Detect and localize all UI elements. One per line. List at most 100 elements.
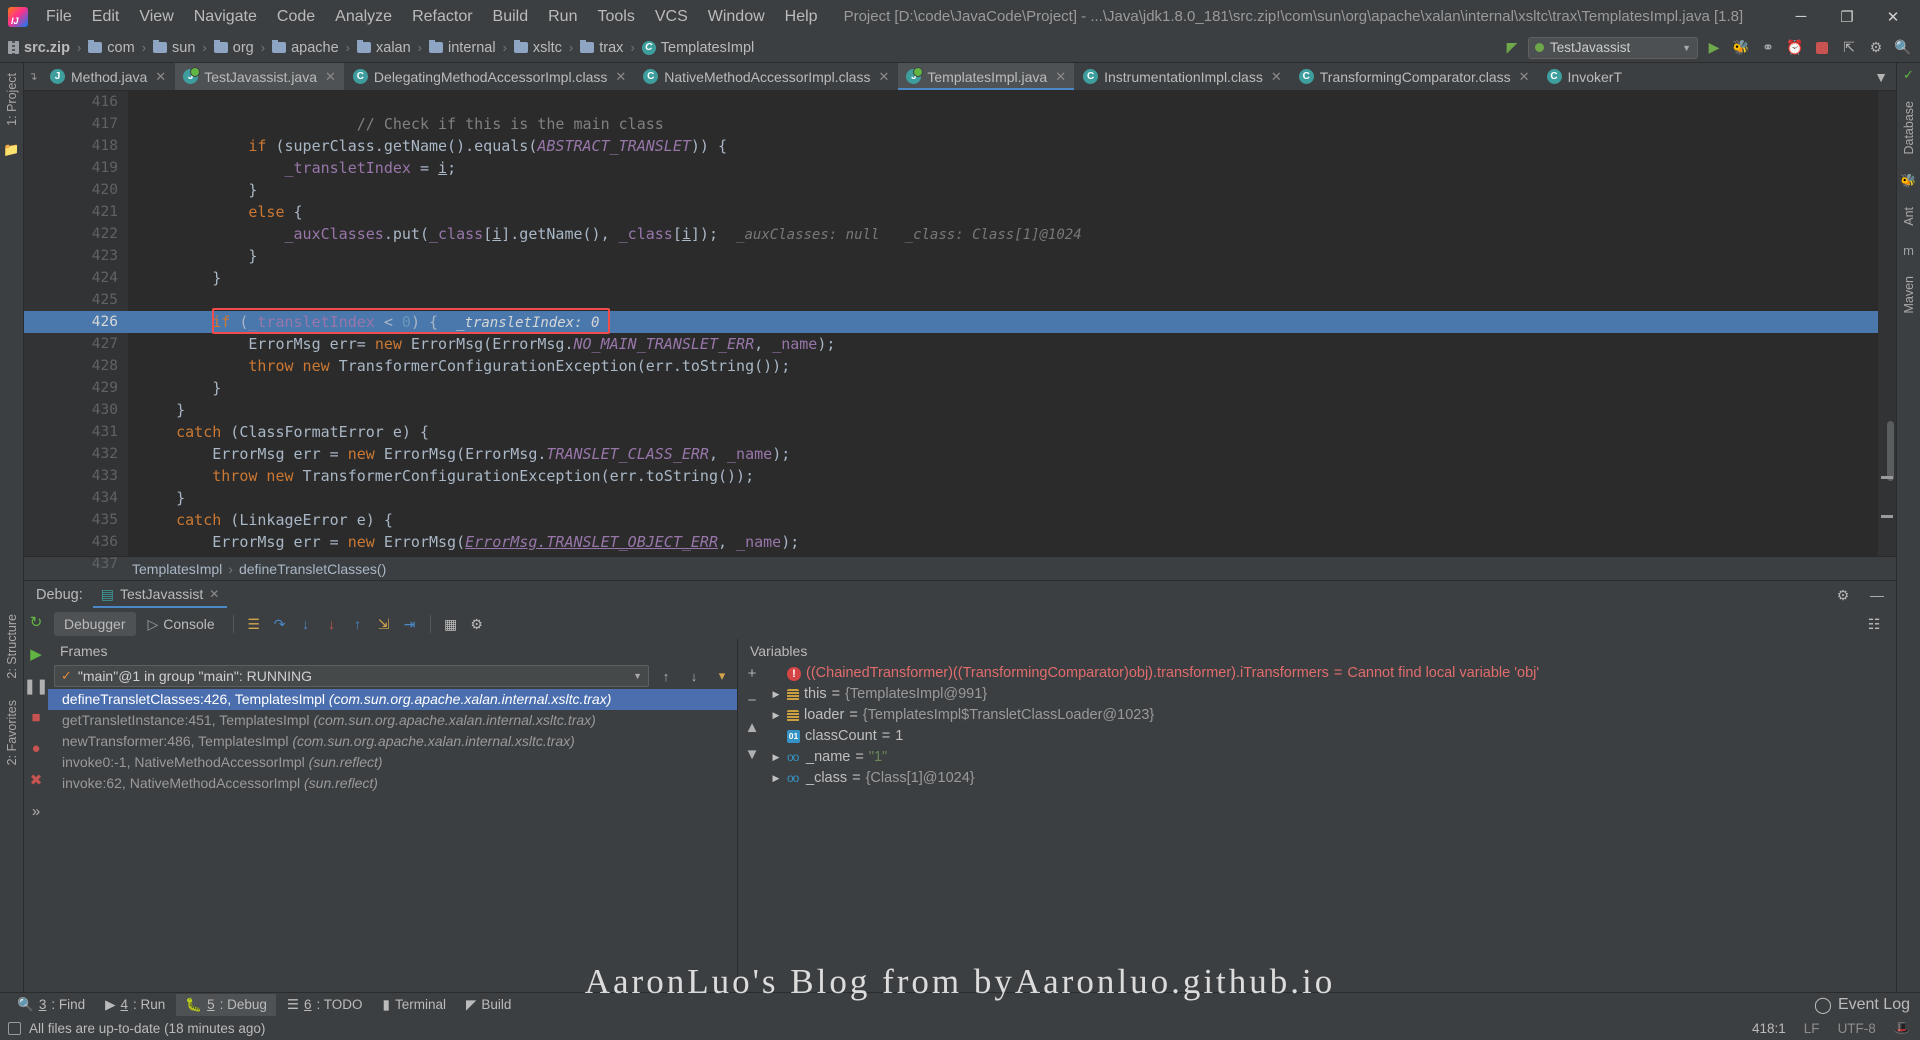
variable-row[interactable]: ▶ loader = {TemplatesImpl$TransletClassL… [766, 705, 1896, 726]
caret-position[interactable]: 418:1 [1752, 1021, 1786, 1036]
expand-arrow[interactable]: ▶ [770, 705, 782, 726]
variables-list[interactable]: ! ((ChainedTransformer)((TransformingCom… [766, 663, 1896, 992]
close-icon[interactable]: ✕ [1519, 69, 1530, 85]
tab-delegatingmethodaccessorimpl-class[interactable]: C DelegatingMethodAccessorImpl.class ✕ [345, 63, 635, 90]
variable-row[interactable]: 01 classCount = 1 [766, 726, 1896, 747]
variable-row[interactable]: ▶ oo _name = "1" [766, 747, 1896, 768]
breadcrumb-class[interactable]: TemplatesImpl [132, 561, 222, 577]
chevron-down-icon[interactable]: ▼ [1870, 66, 1892, 88]
menu-code[interactable]: Code [267, 5, 325, 29]
step-into-icon[interactable]: ↓ [294, 613, 318, 635]
close-icon[interactable]: ✕ [155, 69, 166, 85]
frame-row[interactable]: newTransformer:486, TemplatesImpl (com.s… [48, 731, 737, 752]
thread-selector[interactable]: ✓ "main"@1 in group "main": RUNNING ▼ [54, 665, 649, 687]
layout-settings-icon[interactable]: ☷ [1862, 613, 1886, 635]
sidebar-item-database[interactable]: Database [1900, 95, 1918, 161]
expand-arrow[interactable]: ▶ [770, 684, 782, 705]
maximize-button[interactable]: ❐ [1824, 0, 1870, 33]
tab-transformingcomparator-class[interactable]: C TransformingComparator.class ✕ [1291, 63, 1539, 90]
tab-templatesimpl-java[interactable]: J TemplatesImpl.java ✕ [898, 63, 1075, 90]
tab-method-java[interactable]: J Method.java ✕ [42, 63, 175, 90]
line-separator[interactable]: LF [1804, 1021, 1820, 1036]
minimize-button[interactable]: ─ [1778, 0, 1824, 33]
hide-icon[interactable]: — [1866, 584, 1888, 606]
code-editor[interactable]: 416 417 418 419 420 421 422 423 424 425 … [24, 91, 1896, 556]
tab-nativemethodaccessorimpl-class[interactable]: C NativeMethodAccessorImpl.class ✕ [635, 63, 898, 90]
menu-tools[interactable]: Tools [587, 5, 644, 29]
frame-row[interactable]: getTransletInstance:451, TemplatesImpl (… [48, 710, 737, 731]
menu-build[interactable]: Build [483, 5, 539, 29]
breadcrumb-method[interactable]: defineTransletClasses() [239, 561, 386, 577]
expand-arrow[interactable]: ▶ [770, 747, 782, 768]
frame-row[interactable]: invoke:62, NativeMethodAccessorImpl (sun… [48, 773, 737, 794]
force-step-into-icon[interactable]: ↓ [320, 613, 344, 635]
close-icon[interactable]: ✕ [325, 69, 336, 85]
frame-up-icon[interactable]: ↑ [655, 665, 677, 687]
toolwindow-build[interactable]: ◤ Build [457, 994, 520, 1016]
close-icon[interactable]: ✕ [1271, 69, 1282, 85]
breadcrumb-item-sun[interactable]: sun › [153, 40, 214, 56]
close-button[interactable]: ✕ [1870, 0, 1916, 33]
remove-watch-icon[interactable]: − [748, 692, 757, 709]
tab-instrumentationimpl-class[interactable]: C InstrumentationImpl.class ✕ [1075, 63, 1291, 90]
breadcrumb-item-xsltc[interactable]: xsltc › [514, 40, 580, 56]
breadcrumb-item-trax[interactable]: trax › [580, 40, 642, 56]
file-encoding[interactable]: UTF-8 [1838, 1021, 1876, 1036]
run-coverage-button[interactable]: ⚭ [1757, 37, 1779, 59]
move-up-icon[interactable]: ▲ [745, 719, 760, 736]
show-execution-point-icon[interactable]: ☰ [242, 613, 266, 635]
menu-navigate[interactable]: Navigate [184, 5, 267, 29]
settings-icon[interactable]: ⚙ [1865, 37, 1887, 59]
tab-console[interactable]: ▷ Console [138, 612, 225, 637]
settings-icon[interactable]: ⚙ [465, 613, 489, 635]
tab-debugger[interactable]: Debugger [54, 612, 136, 636]
settings-icon[interactable]: ⚙ [1832, 584, 1854, 606]
expand-arrow[interactable]: ▶ [770, 768, 782, 789]
toolwindow-terminal[interactable]: ▮ Terminal [374, 994, 455, 1016]
breadcrumb-item-srczip[interactable]: src.zip › [8, 40, 88, 56]
sidebar-item-favorites[interactable]: 2: Favorites [3, 694, 21, 771]
close-icon[interactable]: ✕ [878, 69, 889, 85]
code-text-area[interactable]: // Check if this is the main class if (s… [128, 91, 1878, 556]
tab-invokert[interactable]: C InvokerT [1539, 63, 1631, 90]
breadcrumb-item-xalan[interactable]: xalan › [357, 40, 429, 56]
menu-window[interactable]: Window [698, 5, 775, 29]
hector-icon[interactable]: 🎩 [1894, 1020, 1910, 1036]
sidebar-item-project[interactable]: 1: Project [3, 67, 21, 132]
sidebar-item-structure[interactable]: 2: Structure [3, 608, 21, 685]
breadcrumb-item-apache[interactable]: apache › [272, 40, 357, 56]
variable-row[interactable]: ▶ oo _class = {Class[1]@1024} [766, 768, 1896, 789]
frame-down-icon[interactable]: ↓ [683, 665, 705, 687]
toolwindow-find[interactable]: 🔍 3: Find [8, 994, 94, 1016]
toolwindow-event-log[interactable]: Event Log [1838, 996, 1910, 1014]
search-everywhere-icon[interactable]: 🔍 [1892, 37, 1914, 59]
editor-marker-bar[interactable]: ✓ [1878, 91, 1896, 556]
run-configuration-selector[interactable]: TestJavassist ▼ [1528, 37, 1698, 59]
add-watch-icon[interactable]: + [748, 665, 757, 682]
breadcrumb-item-templatesimpl[interactable]: C TemplatesImpl [642, 40, 754, 56]
editor-gutter[interactable]: 416 417 418 419 420 421 422 423 424 425 … [24, 91, 128, 556]
run-button[interactable]: ▶ [1703, 37, 1725, 59]
more-icon[interactable]: » [32, 803, 40, 820]
tab-testjavassist-java[interactable]: J TestJavassist.java ✕ [175, 63, 345, 90]
menu-file[interactable]: File [36, 5, 82, 29]
frames-list[interactable]: defineTransletClasses:426, TemplatesImpl… [48, 689, 737, 992]
move-down-icon[interactable]: ▼ [745, 746, 760, 763]
menu-analyze[interactable]: Analyze [325, 5, 402, 29]
breadcrumb-item-internal[interactable]: internal › [429, 40, 514, 56]
tab-pin-icon[interactable]: ↴ [24, 63, 42, 90]
close-icon[interactable]: ✕ [209, 587, 219, 601]
sidebar-item-ant[interactable]: Ant [1900, 201, 1918, 232]
menu-help[interactable]: Help [775, 5, 828, 29]
step-out-icon[interactable]: ↑ [346, 613, 370, 635]
variable-row[interactable]: ▶ this = {TemplatesImpl@991} [766, 684, 1896, 705]
hammer-icon[interactable]: ◤ [1501, 37, 1523, 59]
resume-icon[interactable]: ▶ [30, 645, 42, 663]
frame-row[interactable]: defineTransletClasses:426, TemplatesImpl… [48, 689, 737, 710]
run-to-cursor-icon[interactable]: ⇥ [398, 613, 422, 635]
pause-icon[interactable]: ❚❚ [23, 677, 48, 695]
filter-icon[interactable]: ▾ [711, 665, 733, 687]
breadcrumb-item-org[interactable]: org › [214, 40, 272, 56]
menu-refactor[interactable]: Refactor [402, 5, 482, 29]
menu-vcs[interactable]: VCS [645, 5, 698, 29]
